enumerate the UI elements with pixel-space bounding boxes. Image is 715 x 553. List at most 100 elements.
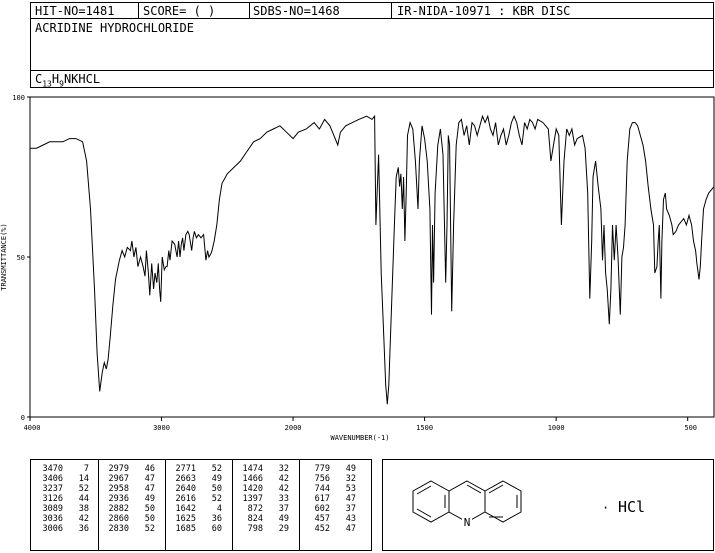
peak-transmittance: 29 — [278, 524, 289, 534]
salt-dot: · — [602, 501, 609, 515]
peak-transmittance: 50 — [144, 504, 155, 514]
peak-wavenumber: 457 — [314, 514, 330, 524]
peak-wavenumber: 2771 — [175, 464, 196, 474]
peak-wavenumber: 2640 — [175, 484, 196, 494]
peak-row: 3126 44 — [37, 494, 89, 504]
peak-transmittance: 47 — [144, 474, 155, 484]
peak-wavenumber: 1420 — [242, 484, 263, 494]
peak-row: 2882 50 — [103, 504, 155, 514]
peak-wavenumber: 3006 — [42, 524, 63, 534]
peak-row: 779 49 — [304, 464, 356, 474]
peak-transmittance: 52 — [144, 524, 155, 534]
peak-row: 1420 42 — [237, 484, 289, 494]
peak-row: 2979 46 — [103, 464, 155, 474]
peak-column: 2771 52 2663 49 2640 50 2616 52 1642 4 1625 36 1685 6… — [170, 464, 222, 534]
ring-right — [484, 480, 522, 523]
x-tick-label: 4000 — [24, 424, 41, 432]
y-axis-label: TRANSMITTANCE(%) — [0, 223, 8, 290]
peak-wavenumber: 1685 — [175, 524, 196, 534]
peak-transmittance: 38 — [78, 504, 89, 514]
peak-row: 602 37 — [304, 504, 356, 514]
peak-transmittance: 49 — [144, 494, 155, 504]
peak-transmittance: 36 — [78, 524, 89, 534]
peak-row: 3006 36 — [37, 524, 89, 534]
peak-row: 798 29 — [237, 524, 289, 534]
peak-row: 744 53 — [304, 484, 356, 494]
ir-spectrum-chart: TRANSMITTANCE(%) WAVENUMBER(-1) 4000 3000… — [0, 94, 715, 442]
peak-transmittance: 44 — [78, 494, 89, 504]
peak-row: 2958 47 — [103, 484, 155, 494]
hcl-label: HCl — [618, 498, 645, 516]
peak-transmittance: 47 — [144, 484, 155, 494]
x-tick-label: 1500 — [416, 424, 433, 432]
peak-transmittance: 46 — [144, 464, 155, 474]
y-tick-label: 50 — [17, 254, 25, 262]
peak-col-divider-1 — [98, 460, 99, 550]
peak-row: 2830 52 — [103, 524, 155, 534]
peak-transmittance: 42 — [278, 484, 289, 494]
peak-wavenumber: 1397 — [242, 494, 263, 504]
ring-left — [412, 480, 450, 523]
y-axis-ticks: 0 50 100 — [12, 94, 30, 422]
peak-wavenumber: 756 — [314, 474, 330, 484]
peak-row: 1685 60 — [170, 524, 222, 534]
peak-transmittance: 49 — [345, 464, 356, 474]
peak-column: 779 49 756 32 744 53 617 47 602 37 457 43 452 47 — [304, 464, 356, 534]
peak-col-divider-4 — [299, 460, 300, 550]
peak-wavenumber: 744 — [314, 484, 330, 494]
peak-column: 3470 7 3406 14 3237 52 3126 44 3089 38 3036 42 3006 3… — [37, 464, 89, 534]
peak-wavenumber: 2830 — [108, 524, 129, 534]
peak-table: 3470 7 3406 14 3237 52 3126 44 3089 38 3036 42 3006 3… — [30, 459, 372, 551]
peak-transmittance: 14 — [78, 474, 89, 484]
peak-transmittance: 49 — [211, 474, 222, 484]
peak-row: 1642 4 — [170, 504, 222, 514]
peak-transmittance: 52 — [78, 484, 89, 494]
acridine-structure: N · HCl — [412, 480, 645, 529]
peak-row: 2771 52 — [170, 464, 222, 474]
peak-wavenumber: 2979 — [108, 464, 129, 474]
double-bond — [466, 484, 482, 494]
peak-wavenumber: 1474 — [242, 464, 263, 474]
double-bond — [488, 484, 504, 494]
peak-wavenumber: 2860 — [108, 514, 129, 524]
y-tick-label: 100 — [12, 94, 25, 102]
peak-wavenumber: 1642 — [175, 504, 196, 514]
peak-transmittance: 37 — [345, 504, 356, 514]
peak-row: 1466 42 — [237, 474, 289, 484]
peak-row: 617 47 — [304, 494, 356, 504]
peak-wavenumber: 3237 — [42, 484, 63, 494]
peak-row: 1625 36 — [170, 514, 222, 524]
peak-transmittance: 50 — [144, 514, 155, 524]
peak-wavenumber: 1466 — [242, 474, 263, 484]
peak-transmittance: 52 — [211, 494, 222, 504]
x-tick-label: 3000 — [153, 424, 170, 432]
peak-col-divider-3 — [232, 460, 233, 550]
peak-wavenumber: 3126 — [42, 494, 63, 504]
peak-wavenumber: 2882 — [108, 504, 129, 514]
peak-wavenumber: 452 — [314, 524, 330, 534]
y-tick-label: 0 — [21, 414, 25, 422]
peak-transmittance: 47 — [345, 494, 356, 504]
peak-row: 2616 52 — [170, 494, 222, 504]
peak-row: 756 32 — [304, 474, 356, 484]
peak-transmittance: 42 — [78, 514, 89, 524]
peak-wavenumber: 798 — [247, 524, 263, 534]
peak-transmittance: 37 — [278, 504, 289, 514]
peak-row: 872 37 — [237, 504, 289, 514]
peak-row: 2860 50 — [103, 514, 155, 524]
peak-transmittance: 52 — [211, 464, 222, 474]
peak-transmittance: 32 — [345, 474, 356, 484]
x-axis-ticks: 4000 3000 2000 1500 1000 500 — [24, 417, 697, 432]
peak-transmittance: 50 — [211, 484, 222, 494]
peak-transmittance: 49 — [278, 514, 289, 524]
peak-transmittance: 36 — [211, 514, 222, 524]
peak-transmittance: 42 — [278, 474, 289, 484]
peak-transmittance: 33 — [278, 494, 289, 504]
peak-row: 452 47 — [304, 524, 356, 534]
peak-wavenumber: 2958 — [108, 484, 129, 494]
peak-transmittance: 4 — [216, 504, 222, 514]
peak-wavenumber: 2616 — [175, 494, 196, 504]
peak-wavenumber: 3470 — [42, 464, 63, 474]
peak-row: 3036 42 — [37, 514, 89, 524]
nitrogen-atom: N — [464, 516, 471, 529]
